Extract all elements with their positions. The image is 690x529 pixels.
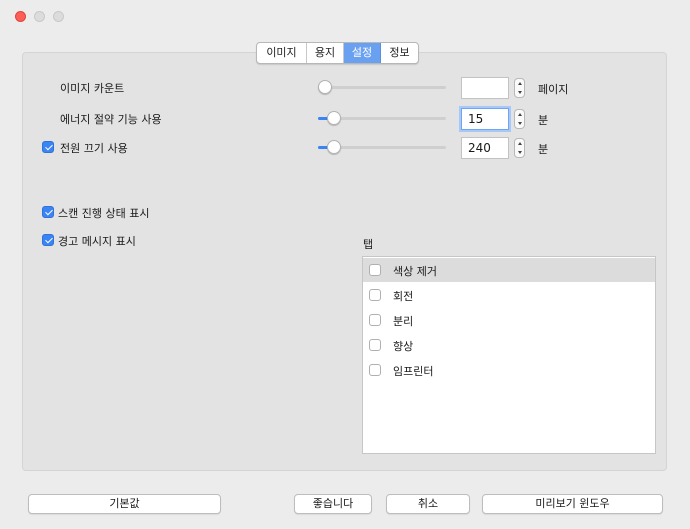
list-item-label: 향상 xyxy=(393,340,414,353)
list-item[interactable]: 분리 xyxy=(363,308,655,332)
slider-track xyxy=(318,86,446,89)
tab-paper[interactable]: 용지 xyxy=(307,43,344,63)
list-item[interactable]: 회전 xyxy=(363,283,655,307)
warning-message-label: 경고 메시지 표시 xyxy=(58,235,136,248)
list-item-checkbox[interactable] xyxy=(369,289,381,301)
image-count-stepper[interactable] xyxy=(514,78,525,98)
list-item[interactable]: 임프린터 xyxy=(363,358,655,382)
power-off-label: 전원 끄기 사용 xyxy=(60,142,128,155)
close-window-button[interactable] xyxy=(15,11,26,22)
minimize-window-button[interactable] xyxy=(34,11,45,22)
image-count-label: 이미지 카운트 xyxy=(60,82,125,95)
slider-knob[interactable] xyxy=(327,111,341,125)
slider-knob[interactable] xyxy=(318,80,332,94)
power-off-unit: 분 xyxy=(538,143,549,156)
warning-message-checkbox[interactable] xyxy=(42,234,54,246)
list-item[interactable]: 색상 제거 xyxy=(363,258,655,282)
power-off-stepper[interactable] xyxy=(514,138,525,158)
image-count-field[interactable] xyxy=(461,77,509,99)
power-off-field[interactable]: 240 xyxy=(461,137,509,159)
slider-knob[interactable] xyxy=(327,140,341,154)
list-item-label: 색상 제거 xyxy=(393,265,437,278)
tab-image[interactable]: 이미지 xyxy=(257,43,307,63)
zoom-window-button[interactable] xyxy=(53,11,64,22)
ok-button[interactable]: 좋습니다 xyxy=(294,494,372,514)
energy-saving-unit: 분 xyxy=(538,114,549,127)
list-item-label: 분리 xyxy=(393,315,414,328)
image-count-slider[interactable] xyxy=(318,79,446,95)
list-item-checkbox[interactable] xyxy=(369,314,381,326)
tab-info[interactable]: 정보 xyxy=(381,43,418,63)
list-item-label: 임프린터 xyxy=(393,365,434,378)
list-item-checkbox[interactable] xyxy=(369,339,381,351)
power-off-slider[interactable] xyxy=(318,139,446,155)
title-bar xyxy=(0,0,690,30)
scan-progress-checkbox[interactable] xyxy=(42,206,54,218)
energy-saving-slider[interactable] xyxy=(318,110,446,126)
tab-bar: 이미지 용지 설정 정보 xyxy=(256,42,419,64)
list-item-label: 회전 xyxy=(393,290,414,303)
list-item[interactable]: 향상 xyxy=(363,333,655,357)
scan-progress-label: 스캔 진행 상태 표시 xyxy=(58,207,150,220)
energy-saving-label: 에너지 절약 기능 사용 xyxy=(60,113,162,126)
power-off-checkbox[interactable] xyxy=(42,141,54,153)
image-count-unit: 페이지 xyxy=(538,83,569,96)
list-item-checkbox[interactable] xyxy=(369,364,381,376)
tab-settings[interactable]: 설정 xyxy=(344,43,381,63)
energy-saving-field[interactable]: 15 xyxy=(461,108,509,130)
tab-list-title: 탭 xyxy=(363,238,374,251)
tab-listbox[interactable]: 색상 제거 회전 분리 향상 임프린터 xyxy=(362,256,656,454)
cancel-button[interactable]: 취소 xyxy=(386,494,470,514)
preview-window-button[interactable]: 미리보기 윈도우 xyxy=(482,494,663,514)
defaults-button[interactable]: 기본값 xyxy=(28,494,221,514)
energy-saving-stepper[interactable] xyxy=(514,109,525,129)
list-item-checkbox[interactable] xyxy=(369,264,381,276)
